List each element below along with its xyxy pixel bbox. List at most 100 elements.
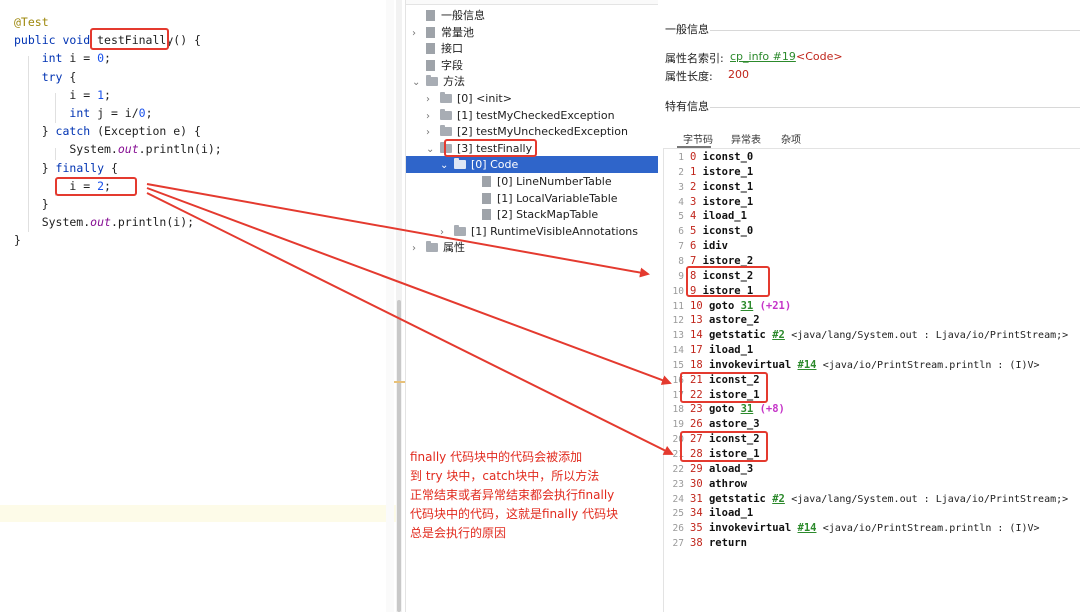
tree-node[interactable]: › 属性 xyxy=(412,240,465,256)
bytecode-ref-link[interactable]: #14 xyxy=(798,522,817,534)
code-token: System. xyxy=(14,215,91,230)
bytecode-opcode: iload_1 xyxy=(708,344,754,357)
bytecode-opcode: idiv xyxy=(702,240,728,253)
explanation-note: finally 代码块中的代码会被添加 到 try 块中，catch块中，所以方… xyxy=(410,448,658,543)
file-icon xyxy=(426,59,435,71)
bytecode-line[interactable]: 54 iload_1 xyxy=(664,209,747,224)
tree-node[interactable]: 字段 xyxy=(412,58,463,74)
bytecode-ref-link[interactable]: 31 xyxy=(741,403,754,415)
code-token: .println(i); xyxy=(110,215,195,230)
note-line: 正常结束或者异常结束都会执行finally xyxy=(410,488,615,502)
bytecode-line[interactable]: 43 istore_1 xyxy=(664,195,753,210)
attr-name-index-label: 属性名索引: xyxy=(665,52,724,65)
line-number: 2 xyxy=(678,166,684,178)
scrollbar-thumb[interactable] xyxy=(397,300,401,612)
bytecode-opcode: istore_1 xyxy=(702,165,754,178)
bytecode-line[interactable]: 11 10 goto 31 (+21) xyxy=(664,299,792,314)
expand-arrow-icon[interactable]: › xyxy=(412,241,426,257)
code-line[interactable]: } xyxy=(14,231,21,249)
bytecode-line[interactable]: 76 idiv xyxy=(664,239,728,254)
bytecode-line[interactable]: 12 13 astore_2 xyxy=(664,313,760,328)
code-token: int xyxy=(41,51,70,66)
code-token: } xyxy=(14,197,49,211)
expand-arrow-icon[interactable]: ⌄ xyxy=(412,75,426,91)
tree-node[interactable]: [0] LineNumberTable xyxy=(468,174,612,190)
tree-node[interactable]: › 常量池 xyxy=(412,25,474,41)
tab-bytecode[interactable]: 字节码 xyxy=(683,131,713,146)
expand-arrow-icon[interactable]: › xyxy=(440,225,454,241)
expand-arrow-icon[interactable]: › xyxy=(426,125,440,141)
code-line[interactable]: System.out.println(i); xyxy=(14,140,221,158)
tree-node[interactable]: › [2] testMyUncheckedException xyxy=(426,124,628,140)
bytecode-opcode: getstatic xyxy=(708,329,766,342)
code-line[interactable]: i = 1; xyxy=(14,86,111,104)
bytecode-line[interactable]: 25 34 iload_1 xyxy=(664,506,754,521)
tab-misc[interactable]: 杂项 xyxy=(781,131,801,146)
tree-node-label: 一般信息 xyxy=(441,9,485,22)
tree-node[interactable]: ⌄ [0] Code xyxy=(440,157,518,173)
code-editor[interactable]: @Test public void testFinally() { int i =… xyxy=(0,0,398,612)
tree-node-label: [2] StackMapTable xyxy=(497,208,599,222)
bytecode-ref-link[interactable]: #14 xyxy=(798,359,817,371)
attribute-detail-panel: 一般信息 属性名索引: cp_info #19 <Code> 属性长度: 200… xyxy=(658,0,1080,612)
bytecode-offset: 23 xyxy=(690,403,703,416)
expand-arrow-icon[interactable]: ⌄ xyxy=(426,142,440,158)
tree-node[interactable]: 一般信息 xyxy=(412,8,485,24)
line-number: 13 xyxy=(672,330,684,342)
tree-node[interactable]: [1] LocalVariableTable xyxy=(468,191,618,207)
line-number: 19 xyxy=(672,419,684,431)
tree-node[interactable]: › [0] <init> xyxy=(426,91,512,107)
expand-arrow-icon[interactable]: ⌄ xyxy=(440,158,454,174)
tree-node[interactable]: ⌄ 方法 xyxy=(412,74,465,90)
code-line[interactable]: } xyxy=(14,195,49,213)
bytecode-line[interactable]: 10 iconst_0 xyxy=(664,150,753,165)
expand-arrow-icon[interactable]: › xyxy=(426,109,440,125)
code-line[interactable]: int i = 0; xyxy=(14,49,111,67)
line-number: 14 xyxy=(672,345,684,357)
code-line[interactable]: try { xyxy=(14,68,77,86)
bytecode-line[interactable]: 65 iconst_0 xyxy=(664,224,753,239)
bytecode-offset: 38 xyxy=(690,537,703,550)
tree-node[interactable]: [2] StackMapTable xyxy=(468,207,598,223)
tree-node[interactable]: › [1] RuntimeVisibleAnnotations xyxy=(440,224,638,240)
bytecode-offset: 10 xyxy=(690,299,703,312)
tree-node-label: 字段 xyxy=(441,58,463,72)
code-token: try xyxy=(41,69,63,84)
code-token: public void xyxy=(14,33,98,48)
bytecode-line[interactable]: 18 23 goto 31 (+8) xyxy=(664,402,785,417)
bytecode-line[interactable]: 32 iconst_1 xyxy=(664,180,753,195)
bytecode-line[interactable]: 23 30 athrow xyxy=(664,477,747,492)
bytecode-ref-link[interactable]: #2 xyxy=(772,493,785,505)
bytecode-ref-link[interactable]: 31 xyxy=(741,300,754,312)
tab-exception-table[interactable]: 异常表 xyxy=(731,131,761,146)
bytecode-line[interactable]: 22 29 aload_3 xyxy=(664,462,754,477)
bytecode-line[interactable]: 15 18 invokevirtual #14 <java/io/PrintStr… xyxy=(664,358,1040,373)
tree-node[interactable]: › [1] testMyCheckedException xyxy=(426,108,615,124)
code-token: 0 xyxy=(97,51,105,66)
bytecode-line[interactable]: 13 14 getstatic #2 <java/lang/System.out … xyxy=(664,328,1069,343)
bytecode-opcode: iconst_0 xyxy=(702,151,754,163)
code-line[interactable]: @Test xyxy=(14,13,49,31)
code-token: @Test xyxy=(14,15,49,29)
code-line[interactable]: } catch (Exception e) { xyxy=(14,122,201,140)
code-token: () { xyxy=(173,33,201,48)
bytecode-line[interactable]: 24 31 getstatic #2 <java/lang/System.out … xyxy=(664,492,1069,507)
bytecode-offset: 0 xyxy=(690,151,697,163)
editor-scrollbar-track[interactable] xyxy=(386,0,394,612)
code-line[interactable]: int j = i/0; xyxy=(14,104,152,122)
code-line[interactable]: } finally { xyxy=(14,159,118,177)
expand-arrow-icon[interactable]: › xyxy=(426,92,440,108)
bytecode-line[interactable]: 26 35 invokevirtual #14 <java/io/PrintStr… xyxy=(664,521,1040,536)
cp-info-link[interactable]: cp_info #19 xyxy=(730,50,796,63)
folder-icon xyxy=(440,125,452,137)
tree-node[interactable]: 接口 xyxy=(412,41,463,57)
bytecode-line[interactable]: 21 istore_1 xyxy=(664,165,753,180)
expand-arrow-icon[interactable]: › xyxy=(412,26,426,42)
code-line[interactable]: System.out.println(i); xyxy=(14,213,194,231)
bytecode-line[interactable]: 27 38 return xyxy=(664,536,747,551)
file-icon xyxy=(482,176,491,187)
bytecode-offset: 18 xyxy=(690,358,703,371)
bytecode-line[interactable]: 14 17 iload_1 xyxy=(664,343,754,358)
bytecode-ref-link[interactable]: #2 xyxy=(772,329,785,341)
